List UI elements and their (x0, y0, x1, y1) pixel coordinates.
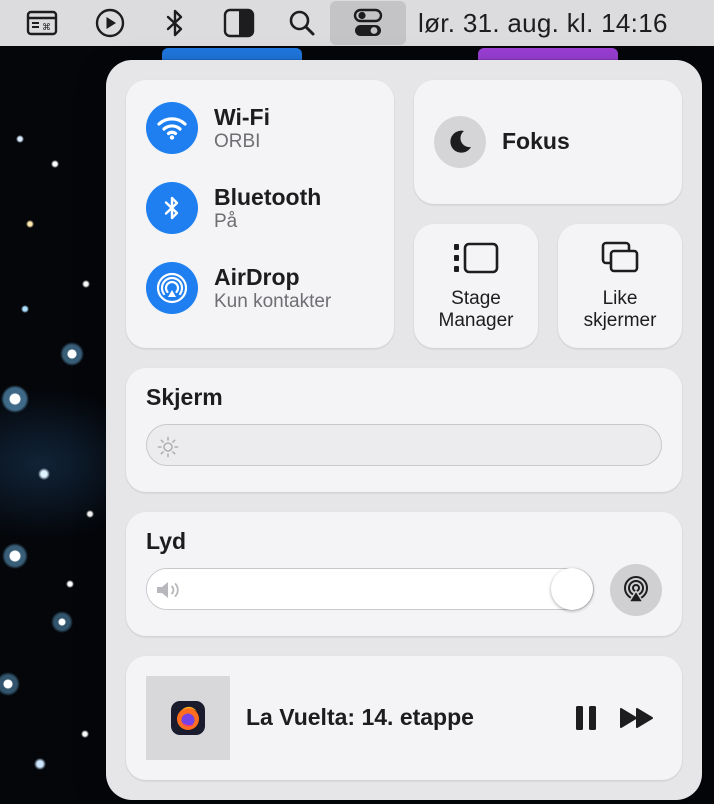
wifi-toggle[interactable]: Wi-Fi ORBI (146, 100, 270, 156)
bluetooth-status: På (214, 210, 238, 232)
bluetooth-title: Bluetooth (214, 183, 322, 210)
volume-slider[interactable] (146, 568, 594, 610)
sound-card: Lyd (126, 512, 682, 636)
airdrop-status: Kun kontakter (214, 290, 332, 312)
sun-icon (157, 436, 179, 463)
stage-manager-icon (414, 240, 538, 276)
focus-card[interactable]: Fokus (414, 80, 682, 204)
focus-label: Fokus (502, 128, 570, 154)
control-center-panel: Wi-Fi ORBI Bluetooth På AirDrop Kun kont… (106, 60, 702, 800)
play-circle-icon[interactable] (92, 0, 128, 46)
airdrop-toggle[interactable]: AirDrop Kun kontakter (146, 260, 331, 316)
now-playing-artwork[interactable] (146, 676, 230, 760)
now-playing-card: La Vuelta: 14. etappe (126, 656, 682, 780)
connectivity-card: Wi-Fi ORBI Bluetooth På AirDrop Kun kont… (126, 80, 394, 348)
control-center-icon[interactable] (350, 0, 386, 46)
airplay-audio-button[interactable] (610, 564, 662, 616)
svg-text:⌘: ⌘ (42, 23, 51, 33)
firefox-icon (171, 701, 205, 735)
contrast-icon[interactable] (222, 0, 256, 46)
wifi-icon[interactable] (146, 102, 198, 154)
stage-manager-label-line2: Manager (438, 310, 514, 331)
screen-mirroring-label-line1: Like (602, 288, 638, 309)
sound-title: Lyd (146, 528, 187, 554)
airdrop-icon[interactable] (146, 262, 198, 314)
airdrop-title: AirDrop (214, 263, 300, 290)
menu-bar-clock[interactable]: lør. 31. aug. kl. 14:16 (418, 0, 668, 46)
moon-icon (434, 116, 486, 168)
pause-button[interactable] (572, 704, 600, 732)
screen-mirroring-icon (558, 240, 682, 276)
wifi-network-name: ORBI (214, 130, 261, 152)
display-title: Skjerm (146, 384, 223, 410)
app-menu-icon[interactable]: ⌘ (24, 0, 60, 46)
search-icon[interactable] (286, 0, 318, 46)
stage-manager-card[interactable]: Stage Manager (414, 224, 538, 348)
brightness-slider[interactable] (146, 424, 662, 466)
airplay-audio-icon (624, 576, 648, 603)
volume-knob[interactable] (551, 568, 593, 610)
forward-button[interactable] (618, 704, 656, 732)
speaker-icon (155, 579, 183, 606)
bluetooth-icon[interactable] (146, 182, 198, 234)
screen-mirroring-label-line2: skjermer (583, 310, 657, 331)
stage-manager-label-line1: Stage (451, 288, 501, 309)
fast-forward-icon (620, 708, 653, 728)
now-playing-title: La Vuelta: 14. etappe (246, 704, 474, 730)
volume-fill (147, 569, 593, 609)
screen-mirroring-card[interactable]: Like skjermer (558, 224, 682, 348)
pause-icon (576, 706, 596, 730)
display-card: Skjerm (126, 368, 682, 492)
bluetooth-toggle[interactable]: Bluetooth På (146, 180, 321, 236)
bluetooth-icon[interactable] (160, 0, 190, 46)
wifi-title: Wi-Fi (214, 103, 270, 130)
menu-bar: ⌘ lør. 31. aug. kl. 14:16 (0, 0, 714, 46)
